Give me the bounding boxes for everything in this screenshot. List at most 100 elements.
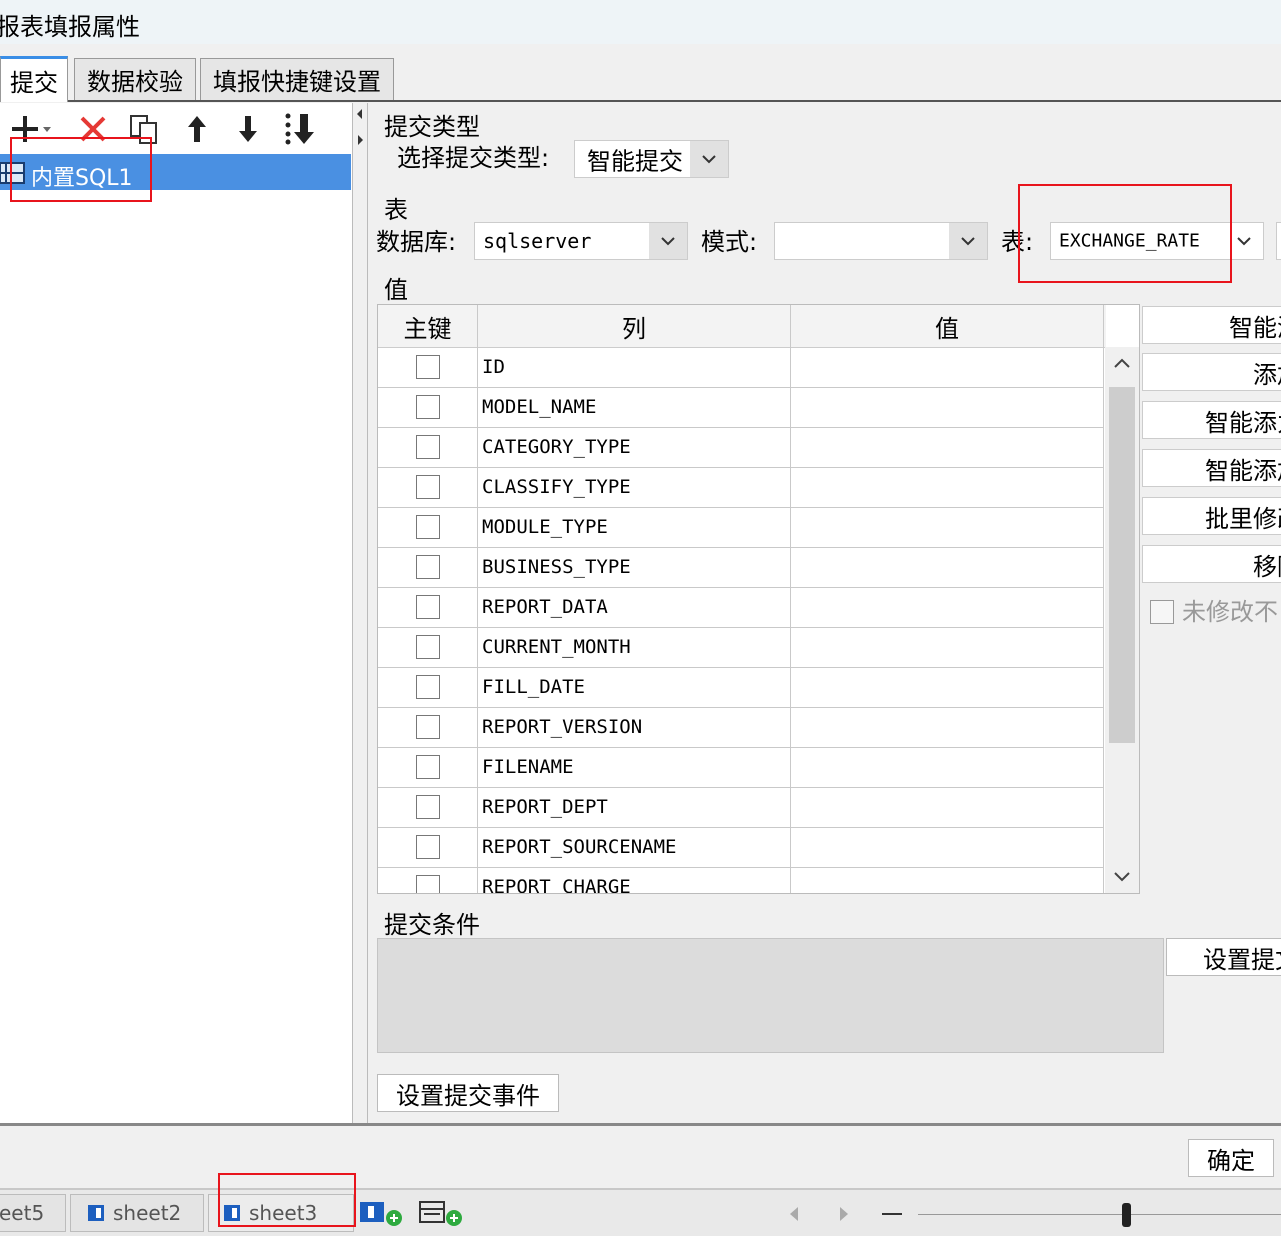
scrollbar-thumb[interactable] bbox=[1109, 387, 1135, 743]
table-row[interactable]: REPORT_CHARGE bbox=[378, 867, 1104, 893]
value-cell[interactable] bbox=[791, 747, 1104, 787]
table-row[interactable]: REPORT_DATA bbox=[378, 587, 1104, 628]
database-select[interactable]: sqlserver bbox=[474, 222, 688, 260]
smart-add-2-button[interactable]: 智能添力 bbox=[1142, 401, 1281, 439]
primary-key-checkbox[interactable] bbox=[416, 395, 440, 419]
zoom-slider-thumb[interactable] bbox=[1122, 1203, 1131, 1227]
column-cell[interactable]: ID bbox=[478, 347, 791, 387]
ok-button[interactable]: 确定 bbox=[1188, 1139, 1274, 1177]
set-submit-event-button[interactable]: 设置提交事件 bbox=[377, 1074, 559, 1112]
primary-key-checkbox[interactable] bbox=[416, 595, 440, 619]
value-cell[interactable] bbox=[791, 667, 1104, 707]
value-cell[interactable] bbox=[791, 547, 1104, 587]
column-cell[interactable]: CLASSIFY_TYPE bbox=[478, 467, 791, 507]
move-up-button[interactable] bbox=[182, 112, 212, 146]
tab-data-validation[interactable]: 数据校验 bbox=[74, 58, 196, 100]
move-down-button[interactable] bbox=[233, 112, 263, 146]
table-row[interactable]: FILL_DATE bbox=[378, 667, 1104, 708]
primary-key-checkbox[interactable] bbox=[416, 755, 440, 779]
scroll-down-icon[interactable] bbox=[1113, 871, 1131, 883]
sheet-tab-sheet5[interactable]: eet5 bbox=[0, 1194, 66, 1232]
column-cell[interactable]: FILENAME bbox=[478, 747, 791, 787]
table-row[interactable]: CLASSIFY_TYPE bbox=[378, 467, 1104, 508]
tab-shortcut-settings[interactable]: 填报快捷键设置 bbox=[200, 58, 394, 100]
add-sheet-button[interactable] bbox=[358, 1198, 404, 1228]
column-cell[interactable]: BUSINESS_TYPE bbox=[478, 547, 791, 587]
primary-key-checkbox[interactable] bbox=[416, 675, 440, 699]
zoom-out-icon[interactable] bbox=[882, 1213, 902, 1215]
primary-key-checkbox[interactable] bbox=[416, 555, 440, 579]
delete-button[interactable] bbox=[78, 112, 108, 146]
table-row[interactable]: REPORT_SOURCENAME bbox=[378, 827, 1104, 868]
value-cell[interactable] bbox=[791, 787, 1104, 827]
value-cell[interactable] bbox=[791, 827, 1104, 867]
primary-key-checkbox[interactable] bbox=[416, 475, 440, 499]
unmodified-checkbox[interactable] bbox=[1150, 600, 1174, 624]
table-row[interactable]: REPORT_DEPT bbox=[378, 787, 1104, 828]
primary-key-checkbox[interactable] bbox=[416, 795, 440, 819]
value-cell[interactable] bbox=[791, 707, 1104, 747]
zoom-slider-track[interactable] bbox=[918, 1214, 1281, 1215]
tree-item-builtin-sql1[interactable]: 内置SQL1 bbox=[0, 154, 351, 191]
sheet-tab-sheet2[interactable]: sheet2 bbox=[70, 1194, 204, 1232]
column-cell[interactable]: REPORT_VERSION bbox=[478, 707, 791, 747]
table-row[interactable]: FILENAME bbox=[378, 747, 1104, 788]
move-bottom-button[interactable] bbox=[282, 112, 320, 146]
schema-select[interactable] bbox=[774, 222, 988, 260]
column-cell[interactable]: FILL_DATE bbox=[478, 667, 791, 707]
table-row[interactable]: CURRENT_MONTH bbox=[378, 627, 1104, 668]
value-cell[interactable] bbox=[791, 347, 1104, 387]
submit-condition-area[interactable] bbox=[377, 938, 1164, 1053]
table-row[interactable]: BUSINESS_TYPE bbox=[378, 547, 1104, 588]
primary-key-checkbox[interactable] bbox=[416, 635, 440, 659]
vertical-scrollbar[interactable] bbox=[1105, 347, 1139, 893]
table-select[interactable]: EXCHANGE_RATE bbox=[1050, 222, 1264, 260]
table-row[interactable]: CATEGORY_TYPE bbox=[378, 427, 1104, 468]
column-cell[interactable]: CATEGORY_TYPE bbox=[478, 427, 791, 467]
column-cell[interactable]: REPORT_DEPT bbox=[478, 787, 791, 827]
scroll-right-icon[interactable] bbox=[836, 1205, 852, 1223]
add-button[interactable]: 添加 bbox=[1142, 353, 1281, 391]
primary-key-checkbox[interactable] bbox=[416, 875, 440, 893]
value-cell[interactable] bbox=[791, 467, 1104, 507]
primary-key-checkbox[interactable] bbox=[416, 355, 440, 379]
value-cell[interactable] bbox=[791, 627, 1104, 667]
column-cell[interactable]: REPORT_SOURCENAME bbox=[478, 827, 791, 867]
panel-splitter[interactable] bbox=[352, 103, 368, 1123]
scroll-left-icon[interactable] bbox=[786, 1205, 802, 1223]
tab-submit[interactable]: 提交 bbox=[0, 56, 68, 102]
table-row[interactable]: MODEL_NAME bbox=[378, 387, 1104, 428]
add-dashboard-button[interactable] bbox=[418, 1198, 466, 1228]
header-value[interactable]: 值 bbox=[791, 305, 1104, 347]
batch-modify-button[interactable]: 批里修改 bbox=[1142, 497, 1281, 535]
column-cell[interactable]: CURRENT_MONTH bbox=[478, 627, 791, 667]
primary-key-checkbox[interactable] bbox=[416, 715, 440, 739]
table-row[interactable]: REPORT_VERSION bbox=[378, 707, 1104, 748]
column-cell[interactable]: MODULE_TYPE bbox=[478, 507, 791, 547]
header-column[interactable]: 列 bbox=[478, 305, 791, 347]
value-cell[interactable] bbox=[791, 587, 1104, 627]
primary-key-checkbox[interactable] bbox=[416, 515, 440, 539]
table-options-button[interactable] bbox=[1276, 222, 1281, 260]
value-cell[interactable] bbox=[791, 507, 1104, 547]
sheet-tab-sheet3[interactable]: sheet3 bbox=[208, 1194, 354, 1232]
column-cell[interactable]: REPORT_CHARGE bbox=[478, 867, 791, 893]
column-cell[interactable]: REPORT_DATA bbox=[478, 587, 791, 627]
set-condition-button[interactable]: 设置提文 bbox=[1166, 938, 1281, 976]
value-cell[interactable] bbox=[791, 387, 1104, 427]
smart-add-3-button[interactable]: 智能添加 bbox=[1142, 449, 1281, 487]
table-row[interactable]: ID bbox=[378, 347, 1104, 388]
copy-button[interactable] bbox=[128, 112, 158, 146]
header-primary-key[interactable]: 主键 bbox=[378, 305, 478, 347]
value-cell[interactable] bbox=[791, 867, 1104, 893]
value-cell[interactable] bbox=[791, 427, 1104, 467]
remove-button[interactable]: 移除 bbox=[1142, 545, 1281, 583]
add-dropdown-button[interactable] bbox=[8, 112, 56, 146]
primary-key-checkbox[interactable] bbox=[416, 435, 440, 459]
submit-type-select[interactable]: 智能提交 bbox=[574, 140, 729, 178]
primary-key-checkbox[interactable] bbox=[416, 835, 440, 859]
column-cell[interactable]: MODEL_NAME bbox=[478, 387, 791, 427]
table-row[interactable]: MODULE_TYPE bbox=[378, 507, 1104, 548]
scroll-up-icon[interactable] bbox=[1113, 357, 1131, 369]
smart-add-button[interactable]: 智能添 bbox=[1142, 306, 1281, 344]
